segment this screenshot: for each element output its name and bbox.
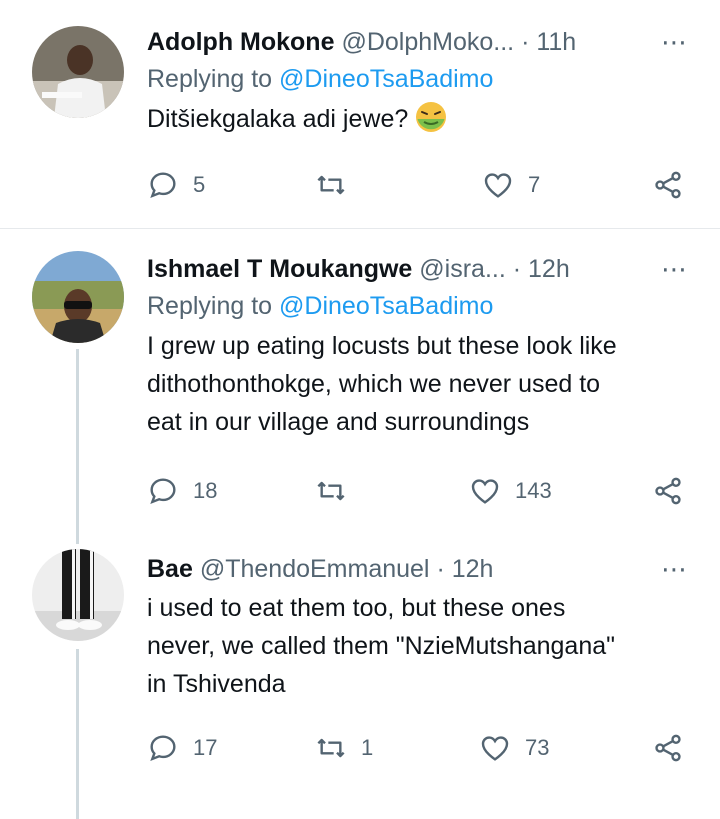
replying-to: Replying to @DineoTsaBadimo [147, 289, 696, 323]
timestamp[interactable]: 12h [452, 555, 494, 583]
reply-icon [150, 478, 176, 505]
tweet-actions: 5 7 [147, 165, 697, 205]
like-button[interactable]: 7 [482, 165, 540, 205]
more-options-icon[interactable]: ⋯ [661, 249, 688, 289]
avatar[interactable] [32, 26, 124, 118]
tweet-text: Ditšiekgalaka adi jewe? [147, 100, 696, 138]
thread-line [76, 349, 79, 544]
tweet-text-line: i used to eat them too, but these ones [147, 594, 566, 622]
reply-icon [150, 172, 176, 199]
reply-button[interactable]: 18 [147, 471, 217, 511]
separator-dot: · [436, 555, 445, 583]
tweet-header: Adolph Mokone @DolphMoko... · 11h ⋯ [147, 22, 696, 62]
thread-line [76, 649, 79, 819]
tweet-actions: 17 1 73 [147, 728, 697, 768]
author-name[interactable]: Bae [147, 555, 193, 583]
replying-to-prefix: Replying to [147, 65, 273, 93]
replying-to: Replying to @DineoTsaBadimo [147, 62, 696, 96]
tweet-text-line: never, we called them "NzieMutshangana" [147, 632, 616, 660]
retweet-icon [317, 481, 345, 501]
reply-count: 18 [193, 478, 218, 503]
like-button[interactable]: 143 [469, 471, 552, 511]
retweet-button[interactable] [315, 165, 361, 205]
like-count: 73 [525, 735, 550, 760]
more-options-icon[interactable]: ⋯ [661, 22, 688, 62]
tweet-ishmael[interactable]: Ishmael T Moukangwe @isra... · 12h ⋯ Rep… [0, 229, 720, 544]
author-name[interactable]: Ishmael T Moukangwe [147, 255, 412, 283]
like-button[interactable]: 73 [479, 728, 549, 768]
author-name[interactable]: Adolph Mokone [147, 28, 334, 56]
retweet-button[interactable] [315, 471, 361, 511]
author-handle[interactable]: @isra... [419, 255, 506, 283]
avatar[interactable] [32, 549, 124, 641]
retweet-icon [317, 175, 345, 195]
timestamp[interactable]: 11h [536, 28, 576, 56]
heart-icon [484, 173, 512, 198]
thread-line [76, 529, 79, 539]
tweet-text: I grew up eating locusts but these look … [147, 327, 696, 441]
tweet-text-line: in Tshivenda [147, 670, 286, 698]
share-button[interactable] [652, 165, 684, 205]
tweet-header: Ishmael T Moukangwe @isra... · 12h ⋯ [147, 249, 696, 289]
tweet-header: Bae @ThendoEmmanuel · 12h ⋯ [147, 549, 696, 589]
tweet-text-line: eat in our village and surroundings [147, 408, 530, 436]
heart-icon [471, 479, 499, 504]
tweet-text-body: Ditšiekgalaka adi jewe? [147, 105, 409, 133]
timestamp[interactable]: 12h [528, 255, 570, 283]
more-options-icon[interactable]: ⋯ [661, 549, 688, 589]
author-handle[interactable]: @DolphMoko... [341, 28, 514, 56]
retweet-button[interactable]: 1 [315, 728, 373, 768]
tweet-text: i used to eat them too, but these ones n… [147, 589, 696, 703]
separator-dot: · [521, 28, 530, 56]
share-icon [655, 734, 681, 762]
tweet-text-line: I grew up eating locusts but these look … [147, 332, 617, 360]
nauseated-face-emoji-icon [415, 101, 447, 133]
replying-to-prefix: Replying to [147, 292, 273, 320]
share-icon [655, 477, 681, 505]
replying-to-mention[interactable]: @DineoTsaBadimo [279, 292, 493, 320]
share-icon [655, 171, 681, 199]
tweet-text-line: dithothonthokge, which we never used to [147, 370, 601, 398]
reply-button[interactable]: 5 [147, 165, 205, 205]
author-handle[interactable]: @ThendoEmmanuel [200, 555, 430, 583]
reply-icon [150, 735, 176, 762]
heart-icon [481, 736, 509, 761]
reply-count: 17 [193, 735, 218, 760]
share-button[interactable] [652, 471, 684, 511]
reply-count: 5 [193, 172, 206, 197]
tweet-actions: 18 143 [147, 471, 697, 511]
like-count: 7 [528, 172, 541, 197]
separator-dot: · [512, 255, 522, 283]
retweet-icon [317, 738, 345, 758]
tweet-bae[interactable]: Bae @ThendoEmmanuel · 12h ⋯ i used to ea… [0, 529, 720, 819]
avatar[interactable] [32, 251, 124, 343]
reply-button[interactable]: 17 [147, 728, 217, 768]
retweet-count: 1 [361, 735, 374, 760]
share-button[interactable] [652, 728, 684, 768]
replying-to-mention[interactable]: @DineoTsaBadimo [279, 65, 493, 93]
like-count: 143 [515, 478, 552, 503]
tweet-adolph[interactable]: Adolph Mokone @DolphMoko... · 11h ⋯ Repl… [0, 0, 720, 228]
